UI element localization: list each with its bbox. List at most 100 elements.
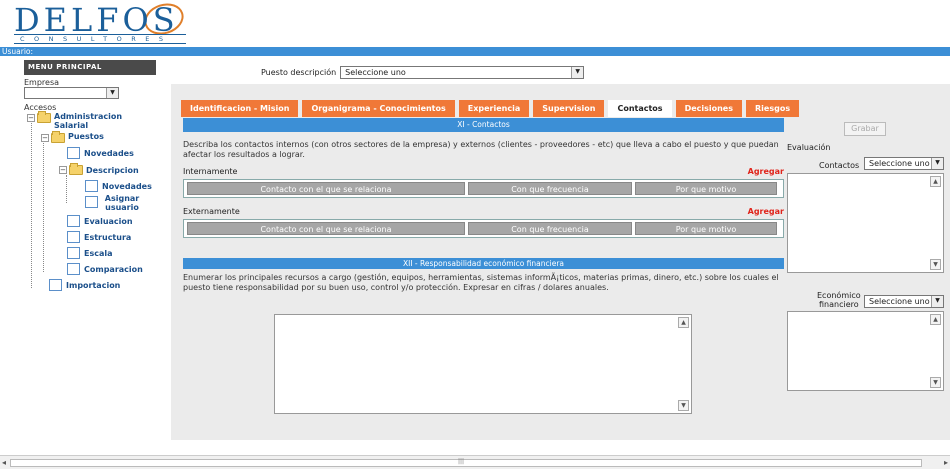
economico-textarea[interactable]: ▲ ▼ [787, 311, 944, 391]
tab-organigrama[interactable]: Organigrama - Conocimientos [302, 100, 455, 117]
chevron-down-icon[interactable]: ▼ [106, 88, 118, 98]
tab-riesgos[interactable]: Riesgos [746, 100, 800, 117]
document-icon [49, 279, 62, 291]
tab-experiencia[interactable]: Experiencia [458, 100, 530, 117]
tree-item-descripcion[interactable]: − Descripcion [59, 163, 139, 175]
tree-label: Evaluacion [84, 217, 133, 226]
externamente-label: Externamente [183, 207, 240, 216]
empresa-label: Empresa [24, 78, 60, 87]
tree-label: Importacion [66, 281, 121, 290]
tab-supervision[interactable]: Supervision [533, 100, 605, 117]
scroll-left-icon[interactable]: ◂ [2, 458, 6, 467]
tree-label: Comparacion [84, 265, 143, 274]
scroll-down-icon[interactable]: ▼ [930, 259, 941, 270]
main-panel: Puesto descripción Seleccione uno ▼ Iden… [157, 56, 950, 440]
document-icon [85, 196, 98, 208]
header: DELFOS CONSULTORES [0, 0, 950, 47]
empresa-select[interactable]: ▼ [24, 87, 119, 99]
scroll-right-icon[interactable]: ▸ [944, 458, 948, 467]
internamente-label: Internamente [183, 167, 238, 176]
tree-label: Descripcion [86, 166, 139, 175]
tree-label: Puestos [68, 132, 104, 141]
tab-contactos[interactable]: Contactos [608, 100, 672, 117]
tab-identificacion[interactable]: Identificacion - Mision [181, 100, 299, 117]
folder-open-icon [69, 163, 83, 175]
tree-item-escala[interactable]: Escala [67, 247, 113, 259]
column-header-frecuencia: Con que frecuencia [468, 222, 632, 235]
economico-value: Seleccione uno [869, 297, 930, 306]
menu-title: MENU PRINCIPAL [24, 60, 156, 75]
tree-label: Asignar usuario [104, 194, 140, 212]
scroll-thumb[interactable] [10, 459, 922, 467]
puesto-row: Puesto descripción Seleccione uno ▼ [261, 66, 585, 79]
tree-label: Novedades [102, 182, 152, 191]
tree-label: Administracion Salarial [54, 112, 123, 130]
section-title-responsabilidad: XII - Responsabilidad económico financie… [183, 258, 784, 269]
tab-bar: Identificacion - Mision Organigrama - Co… [181, 100, 803, 117]
chevron-down-icon[interactable]: ▼ [931, 158, 943, 169]
tree-item-desc-novedades[interactable]: Novedades [85, 180, 152, 192]
contactos-eval-value: Seleccione uno [869, 159, 930, 168]
column-header-motivo: Por que motivo [635, 222, 777, 235]
tree-item-importacion[interactable]: Importacion [49, 279, 120, 291]
puesto-label: Puesto descripción [261, 68, 337, 77]
logo-text: DELFOS [14, 1, 179, 39]
contactos-eval-label: Contactos [819, 161, 860, 170]
tab-decisiones[interactable]: Decisiones [675, 100, 742, 117]
externamente-row: Externamente Agregar [183, 207, 789, 219]
grip-icon: ||| [458, 458, 465, 465]
chevron-down-icon[interactable]: ▼ [931, 296, 943, 307]
agregar-externamente-link[interactable]: Agregar [748, 207, 784, 216]
responsabilidad-description: Enumerar los principales recursos a carg… [183, 273, 779, 292]
document-icon [67, 247, 80, 259]
scroll-up-icon[interactable]: ▲ [930, 314, 941, 325]
document-icon [67, 147, 80, 159]
column-header-frecuencia: Con que frecuencia [468, 182, 632, 195]
folder-open-icon [51, 131, 65, 143]
tree-item-administracion[interactable]: − Administracion Salarial [27, 111, 124, 130]
column-header-contacto: Contacto con el que se relaciona [187, 182, 465, 195]
document-icon [67, 263, 80, 275]
puesto-value: Seleccione uno [345, 68, 406, 77]
grabar-button[interactable]: Grabar [844, 122, 886, 136]
horizontal-scrollbar[interactable]: ◂ ||| ▸ [0, 455, 950, 469]
tree-label: Novedades [84, 149, 134, 158]
scroll-up-icon[interactable]: ▲ [678, 317, 689, 328]
user-label: Usuario: [2, 47, 34, 56]
sidebar: MENU PRINCIPAL Empresa ▼ Accesos − Admin… [24, 60, 156, 291]
collapse-icon[interactable]: − [41, 134, 49, 142]
externamente-table: Contacto con el que se relaciona Con que… [183, 219, 784, 238]
collapse-icon[interactable]: − [27, 114, 35, 122]
logo-subtext: CONSULTORES [14, 34, 186, 44]
document-icon [85, 180, 98, 192]
tree-item-novedades[interactable]: Novedades [67, 147, 134, 159]
internamente-row: Internamente Agregar [183, 167, 789, 179]
contactos-description: Describa los contactos internos (con otr… [183, 140, 779, 159]
folder-open-icon [37, 111, 51, 123]
scroll-down-icon[interactable]: ▼ [930, 377, 941, 388]
tree-item-estructura[interactable]: Estructura [67, 231, 131, 243]
responsabilidad-textarea[interactable]: ▲ ▼ [274, 314, 692, 414]
puesto-select[interactable]: Seleccione uno ▼ [340, 66, 585, 79]
scroll-down-icon[interactable]: ▼ [678, 400, 689, 411]
tree-item-evaluacion[interactable]: Evaluacion [67, 215, 133, 227]
content-area: XI - Contactos Describa los contactos in… [183, 118, 789, 293]
document-icon [67, 231, 80, 243]
economico-label: Económico financiero [817, 291, 861, 309]
chevron-down-icon[interactable]: ▼ [571, 67, 584, 78]
economico-label-line2: financiero [818, 300, 859, 309]
section-title-contactos: XI - Contactos [183, 118, 784, 132]
collapse-icon[interactable]: − [59, 166, 67, 174]
column-header-motivo: Por que motivo [635, 182, 777, 195]
tree-label: Escala [84, 249, 113, 258]
tree-item-asignar-usuario[interactable]: Asignar usuario [85, 194, 142, 212]
tree-item-comparacion[interactable]: Comparacion [67, 263, 143, 275]
contactos-eval-textarea[interactable]: ▲ ▼ [787, 173, 944, 273]
contactos-eval-select[interactable]: Seleccione uno ▼ [864, 157, 944, 170]
internamente-table: Contacto con el que se relaciona Con que… [183, 179, 784, 198]
economico-select[interactable]: Seleccione uno ▼ [864, 295, 944, 308]
agregar-internamente-link[interactable]: Agregar [748, 167, 784, 176]
tree-label: Estructura [84, 233, 132, 242]
scroll-up-icon[interactable]: ▲ [930, 176, 941, 187]
tree-item-puestos[interactable]: − Puestos [41, 131, 104, 143]
